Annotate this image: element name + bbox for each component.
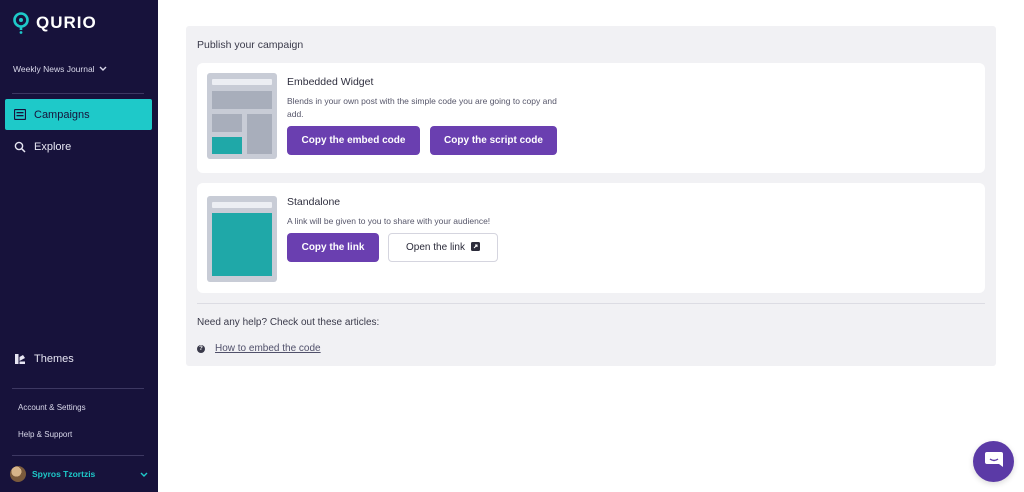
sidebar-divider: [12, 455, 144, 456]
embedded-widget-thumbnail: [207, 73, 277, 159]
user-menu[interactable]: Spyros Tzortzis: [10, 465, 148, 483]
logo[interactable]: QURIO: [12, 12, 97, 34]
open-link-label: Open the link: [406, 242, 465, 253]
sidebar-item-label: Explore: [34, 140, 72, 153]
card-title: Embedded Widget: [287, 76, 374, 88]
external-link-icon: [470, 241, 480, 254]
chat-icon: [984, 450, 1004, 474]
sidebar-divider: [12, 93, 144, 94]
chat-button[interactable]: [973, 441, 1014, 482]
standalone-card: Standalone A link will be given to you t…: [197, 183, 985, 293]
workspace-name: Weekly News Journal: [13, 64, 95, 74]
publish-panel: Publish your campaign Embedded Widget Bl…: [186, 26, 996, 366]
standalone-thumbnail: [207, 196, 277, 282]
workspace-selector[interactable]: Weekly News Journal: [13, 64, 107, 74]
brand-name: QURIO: [36, 13, 97, 32]
open-link-button[interactable]: Open the link: [388, 233, 498, 262]
sidebar-item-campaigns[interactable]: Campaigns: [5, 99, 152, 130]
help-article-link[interactable]: How to embed the code: [215, 343, 321, 354]
help-heading: Need any help? Check out these articles:: [197, 317, 380, 328]
sidebar-item-label: Themes: [34, 352, 74, 365]
embedded-widget-card: Embedded Widget Blends in your own post …: [197, 63, 985, 173]
chevron-down-icon: [140, 465, 148, 483]
section-divider: [197, 303, 985, 304]
copy-link-button[interactable]: Copy the link: [287, 233, 379, 262]
sidebar-item-label: Campaigns: [34, 108, 90, 121]
page-title: Publish your campaign: [197, 39, 304, 51]
user-name: Spyros Tzortzis: [32, 469, 96, 479]
sidebar-item-explore[interactable]: Explore: [5, 131, 152, 162]
sidebar-divider: [12, 388, 144, 389]
palette-icon: [14, 353, 26, 365]
avatar: [10, 466, 26, 482]
copy-script-code-button[interactable]: Copy the script code: [430, 126, 557, 155]
search-icon: [14, 141, 26, 153]
help-support-link[interactable]: Help & Support: [18, 430, 72, 439]
qurio-logo-icon: [12, 12, 30, 34]
sidebar-item-themes[interactable]: Themes: [5, 343, 152, 374]
card-title: Standalone: [287, 196, 341, 208]
sidebar: QURIO Weekly News Journal Campaigns Expl…: [0, 0, 158, 492]
card-description: A link will be given to you to share wit…: [287, 216, 491, 226]
account-settings-link[interactable]: Account & Settings: [18, 403, 86, 412]
question-icon: ?: [197, 344, 205, 353]
help-article-item[interactable]: ? How to embed the code: [197, 343, 321, 354]
campaigns-icon: [14, 109, 26, 121]
chevron-down-icon: [99, 64, 107, 74]
card-description: Blends in your own post with the simple …: [287, 96, 557, 119]
copy-embed-code-button[interactable]: Copy the embed code: [287, 126, 420, 155]
